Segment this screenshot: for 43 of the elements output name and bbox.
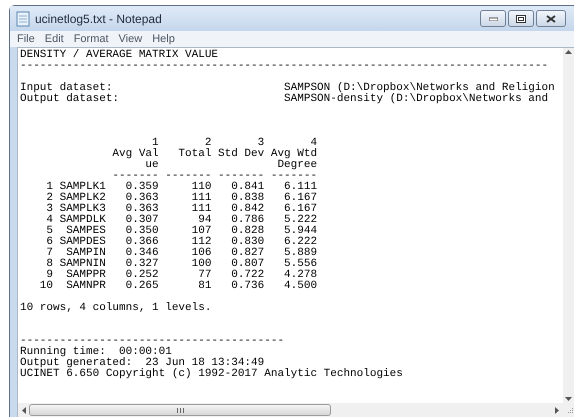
table-line: 2 SAMPLK2 0.363 111 0.838 6.167 [45, 192, 318, 204]
vertical-scrollbar[interactable] [563, 48, 574, 403]
text-line: Input dataset: SAMPSON (D:\Dropbox\Networks and Religion [20, 82, 555, 94]
close-button[interactable] [536, 10, 566, 27]
text-line: 10 rows, 4 columns, 1 levels. [20, 302, 212, 314]
text-line: -------------------------------------------------------------------------------- [20, 60, 548, 72]
table-line: 8 SAMPNIN 0.327 100 0.807 5.556 [45, 258, 318, 270]
table-line: 9 SAMPPR 0.252 77 0.722 4.278 [46, 269, 318, 281]
maximize-icon [516, 14, 526, 22]
text-line: Output dataset: SAMPSON-density (D:\Dropbox\Networks and [20, 93, 548, 105]
table-line: 6 SAMPDES 0.366 112 0.830 6.222 [45, 236, 318, 248]
scroll-left-icon[interactable] [22, 406, 26, 414]
menu-item[interactable]: File [12, 30, 40, 48]
scroll-right-icon[interactable] [555, 406, 559, 414]
table-line: 3 SAMPLK3 0.363 111 0.842 6.167 [45, 203, 318, 215]
scroll-up-icon[interactable] [565, 50, 572, 54]
grip-icon [176, 408, 184, 412]
window-title: ucinetlog5.txt - Notepad [35, 10, 162, 28]
table-line: 1 SAMPLK1 0.359 110 0.841 6.111 [45, 181, 318, 193]
text-line: Running time: 00:00:01 [20, 346, 172, 358]
text-line: DENSITY / AVERAGE MATRIX VALUE [20, 49, 218, 61]
menu-item[interactable]: Help [147, 30, 180, 48]
table-line: ue Degree [144, 159, 318, 171]
notepad-icon [16, 10, 30, 26]
menu-item[interactable]: Format [68, 30, 114, 48]
text-line: ---------------------------------------- [20, 335, 284, 347]
table-line: ------- ------- ------- ------- [111, 170, 318, 182]
minimize-icon [488, 16, 498, 20]
scrollbar-thumb[interactable] [29, 404, 331, 416]
table-line: 5 SAMPES 0.350 107 0.828 5.944 [45, 225, 318, 237]
close-icon [546, 14, 556, 22]
table-line: 10 SAMNPR 0.265 81 0.736 4.500 [38, 280, 318, 292]
text-line: UCINET 6.650 Copyright (c) 1992-2017 Analytic Technologies [20, 368, 403, 380]
scroll-down-icon[interactable] [565, 397, 572, 401]
maximize-button[interactable] [508, 10, 534, 27]
table-line: 4 SAMPDLK 0.307 94 0.786 5.222 [45, 214, 318, 226]
text-line: Output generated: 23 Jun 18 13:34:49 [20, 357, 264, 369]
table-line: Avg Val Total Std Dev Avg Wtd [111, 148, 318, 160]
minimize-button[interactable] [480, 10, 506, 27]
menu-item[interactable]: View [114, 30, 148, 48]
table-line: 7 SAMPIN 0.346 106 0.827 5.889 [45, 247, 318, 259]
menu-item[interactable]: Edit [40, 30, 69, 48]
table-line: 1 2 3 4 [152, 137, 318, 149]
